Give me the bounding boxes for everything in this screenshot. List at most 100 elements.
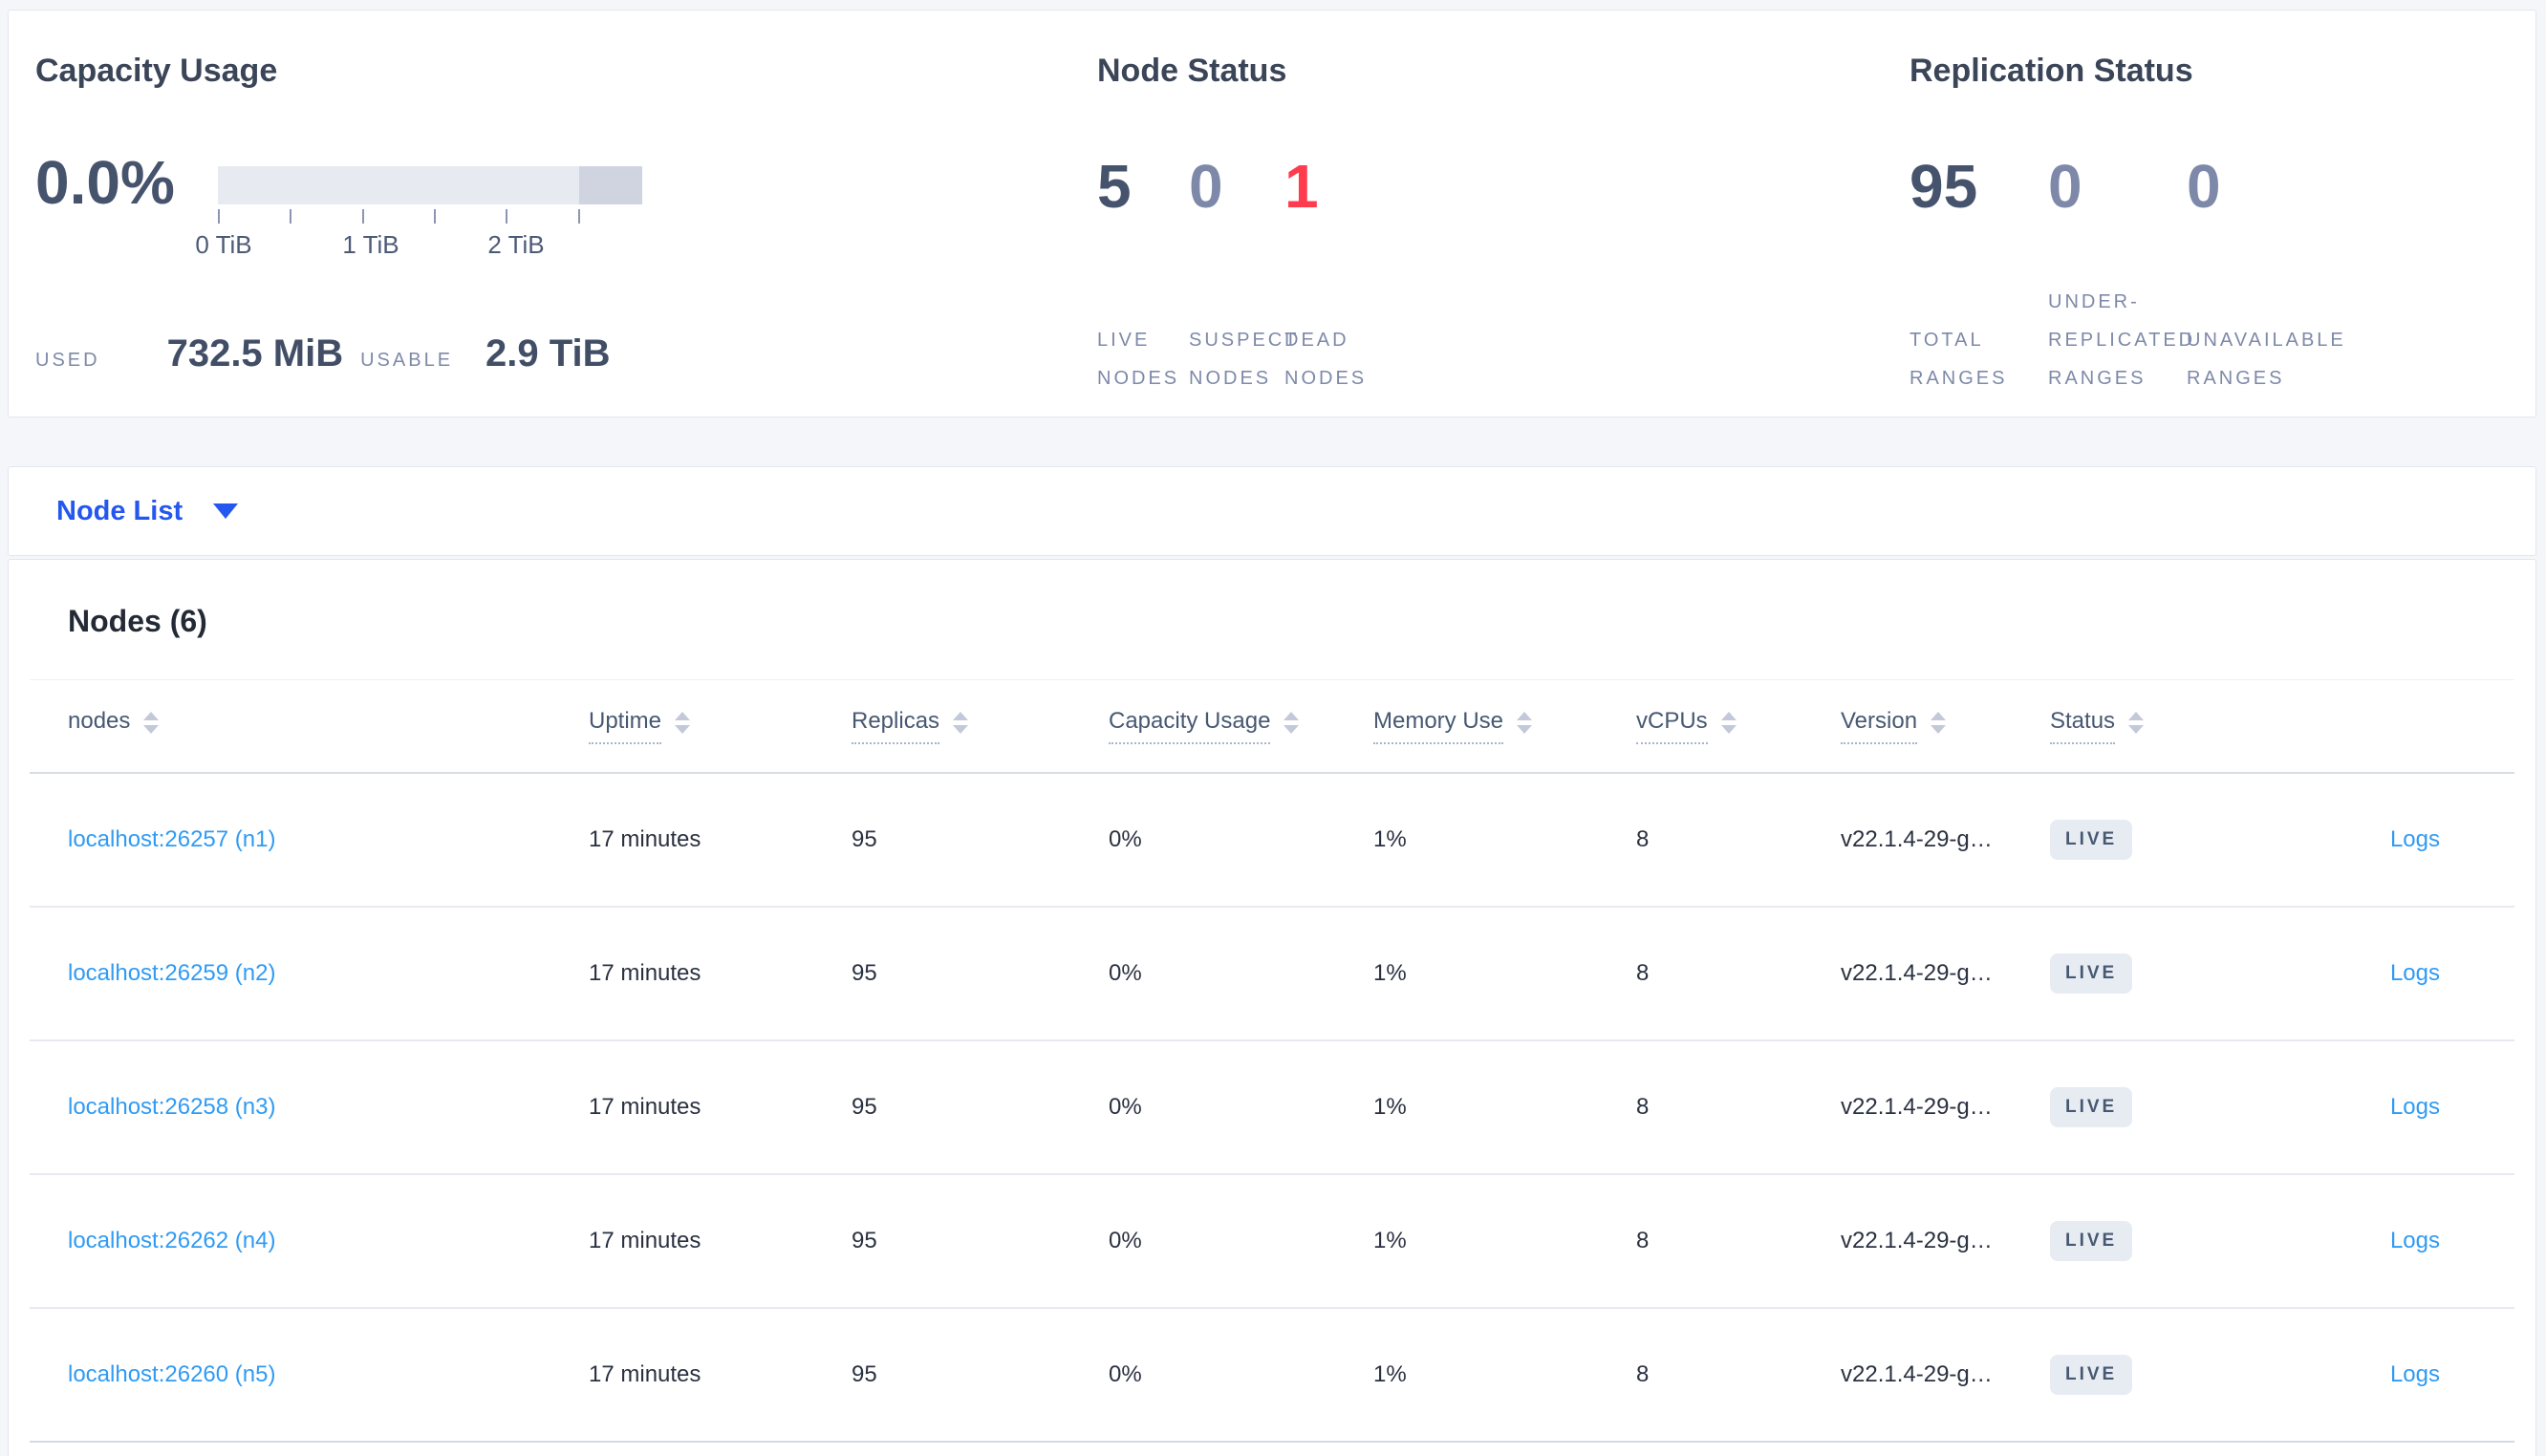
status-badge: LIVE [2050, 820, 2133, 860]
axis-tick [434, 209, 436, 224]
sort-icon[interactable] [2128, 712, 2145, 735]
node-link[interactable]: localhost:26260 (n5) [68, 1361, 275, 1387]
under-replicated-ranges-count: 0 [2048, 152, 2082, 221]
suspect-nodes-label: SUSPECT NODES [1189, 330, 1300, 389]
logs-link[interactable]: Logs [2390, 826, 2440, 852]
uptime-cell: 17 minutes [589, 826, 701, 852]
node-link[interactable]: localhost:26258 (n3) [68, 1094, 275, 1120]
axis-tick [578, 209, 580, 224]
node-link[interactable]: localhost:26257 (n1) [68, 826, 275, 852]
used-label: USED [35, 350, 100, 371]
sort-icon[interactable] [143, 712, 160, 735]
table-row: localhost:26262 (n4) 17 minutes 95 0% 1%… [30, 1175, 2514, 1309]
nodes-table: nodes Uptime Replicas Capacity Usage Mem… [30, 679, 2514, 1443]
capacity-cell: 0% [1109, 1361, 1142, 1387]
node-link[interactable]: localhost:26262 (n4) [68, 1228, 275, 1253]
logs-link[interactable]: Logs [2390, 960, 2440, 986]
vcpus-cell: 8 [1636, 1228, 1650, 1253]
version-cell: v22.1.4-29-g… [1841, 1361, 1993, 1387]
column-header-status[interactable]: Status [2050, 708, 2256, 745]
status-badge: LIVE [2050, 953, 2133, 994]
memory-cell: 1% [1373, 826, 1407, 852]
sort-icon[interactable] [1517, 712, 1533, 735]
replication-values: 95 0 0 [1910, 156, 2221, 217]
version-cell: v22.1.4-29-g… [1841, 960, 1993, 986]
capacity-axis-ticks [218, 209, 580, 225]
nodes-table-card: Nodes (6) nodes Uptime Replicas Capacity… [8, 559, 2536, 1456]
axis-label-1tib: 1 TiB [342, 230, 399, 259]
capacity-usage-section: Capacity Usage 0.0% 0 TiB 1 TiB 2 TiB US… [35, 11, 1068, 417]
view-selector-bar: Node List [8, 466, 2536, 556]
table-row: localhost:26257 (n1) 17 minutes 95 0% 1%… [30, 774, 2514, 908]
uptime-cell: 17 minutes [589, 1361, 701, 1387]
sort-icon[interactable] [1931, 712, 1947, 735]
status-badge: LIVE [2050, 1087, 2133, 1127]
total-ranges-count: 95 [1910, 152, 1978, 221]
suspect-nodes-count: 0 [1189, 152, 1223, 221]
node-list-dropdown[interactable]: Node List [9, 467, 2535, 555]
version-cell: v22.1.4-29-g… [1841, 1094, 1993, 1120]
memory-cell: 1% [1373, 1361, 1407, 1387]
sort-icon[interactable] [953, 712, 969, 735]
node-link[interactable]: localhost:26259 (n2) [68, 960, 275, 986]
column-header-version[interactable]: Version [1841, 708, 2050, 745]
node-status-title: Node Status [1097, 53, 1287, 89]
memory-cell: 1% [1373, 1094, 1407, 1120]
column-header-vcpus[interactable]: vCPUs [1636, 708, 1841, 745]
column-header-capacity-usage[interactable]: Capacity Usage [1109, 708, 1373, 745]
column-header-memory-use[interactable]: Memory Use [1373, 708, 1636, 745]
table-row: localhost:26260 (n5) 17 minutes 95 0% 1%… [30, 1309, 2514, 1443]
capacity-used-percent: 0.0% [35, 148, 175, 217]
capacity-cell: 0% [1109, 1094, 1142, 1120]
nodes-heading: Nodes (6) [68, 604, 207, 638]
replicas-cell: 95 [852, 826, 877, 852]
logs-link[interactable]: Logs [2390, 1228, 2440, 1253]
replicas-cell: 95 [852, 1228, 877, 1253]
node-list-dropdown-label: Node List [56, 495, 183, 526]
unavailable-ranges-label: UNAVAILABLE RANGES [2187, 330, 2346, 389]
logs-link[interactable]: Logs [2390, 1094, 2440, 1120]
version-cell: v22.1.4-29-g… [1841, 826, 1993, 852]
capacity-bar-reserved-segment [579, 166, 642, 204]
table-row: localhost:26258 (n3) 17 minutes 95 0% 1%… [30, 1041, 2514, 1175]
capacity-stats: USED 732.5 MiB USABLE 2.9 TiB [35, 332, 610, 379]
node-status-values: 5 0 1 [1097, 156, 1319, 217]
chevron-down-icon [213, 503, 239, 519]
node-status-section: Node Status 5 0 1 LIVE NODES SUSPECT NOD… [1097, 11, 1862, 417]
logs-link[interactable]: Logs [2390, 1361, 2440, 1387]
sort-icon[interactable] [1720, 712, 1737, 735]
capacity-bar-track [218, 166, 642, 204]
axis-tick [290, 209, 291, 224]
column-header-uptime[interactable]: Uptime [589, 708, 852, 745]
memory-cell: 1% [1373, 1228, 1407, 1253]
node-status-labels: LIVE NODES SUSPECT NODES DEAD NODES [1097, 321, 1367, 397]
sort-icon[interactable] [1284, 712, 1300, 735]
usable-label: USABLE [360, 350, 454, 371]
axis-tick [506, 209, 507, 224]
memory-cell: 1% [1373, 960, 1407, 986]
capacity-cell: 0% [1109, 1228, 1142, 1253]
replicas-cell: 95 [852, 960, 877, 986]
under-replicated-ranges-label: UNDER- REPLICATED RANGES [2048, 291, 2196, 389]
cluster-summary-panel: Capacity Usage 0.0% 0 TiB 1 TiB 2 TiB US… [8, 10, 2536, 418]
axis-tick [218, 209, 220, 224]
column-header-nodes[interactable]: nodes [68, 708, 589, 745]
sort-icon[interactable] [675, 712, 691, 735]
vcpus-cell: 8 [1636, 1094, 1650, 1120]
uptime-cell: 17 minutes [589, 960, 701, 986]
replication-labels: TOTAL RANGES UNDER- REPLICATED RANGES UN… [1910, 283, 2346, 397]
replication-status-section: Replication Status 95 0 0 TOTAL RANGES U… [1910, 11, 2521, 417]
capacity-cell: 0% [1109, 960, 1142, 986]
status-badge: LIVE [2050, 1355, 2133, 1395]
capacity-cell: 0% [1109, 826, 1142, 852]
cluster-overview-page: Capacity Usage 0.0% 0 TiB 1 TiB 2 TiB US… [0, 0, 2546, 1456]
total-ranges-label: TOTAL RANGES [1910, 330, 2008, 389]
column-header-replicas[interactable]: Replicas [852, 708, 1109, 745]
uptime-cell: 17 minutes [589, 1228, 701, 1253]
vcpus-cell: 8 [1636, 1361, 1650, 1387]
table-row: localhost:26259 (n2) 17 minutes 95 0% 1%… [30, 908, 2514, 1041]
usable-value: 2.9 TiB [485, 332, 611, 375]
version-cell: v22.1.4-29-g… [1841, 1228, 1993, 1253]
uptime-cell: 17 minutes [589, 1094, 701, 1120]
replicas-cell: 95 [852, 1361, 877, 1387]
